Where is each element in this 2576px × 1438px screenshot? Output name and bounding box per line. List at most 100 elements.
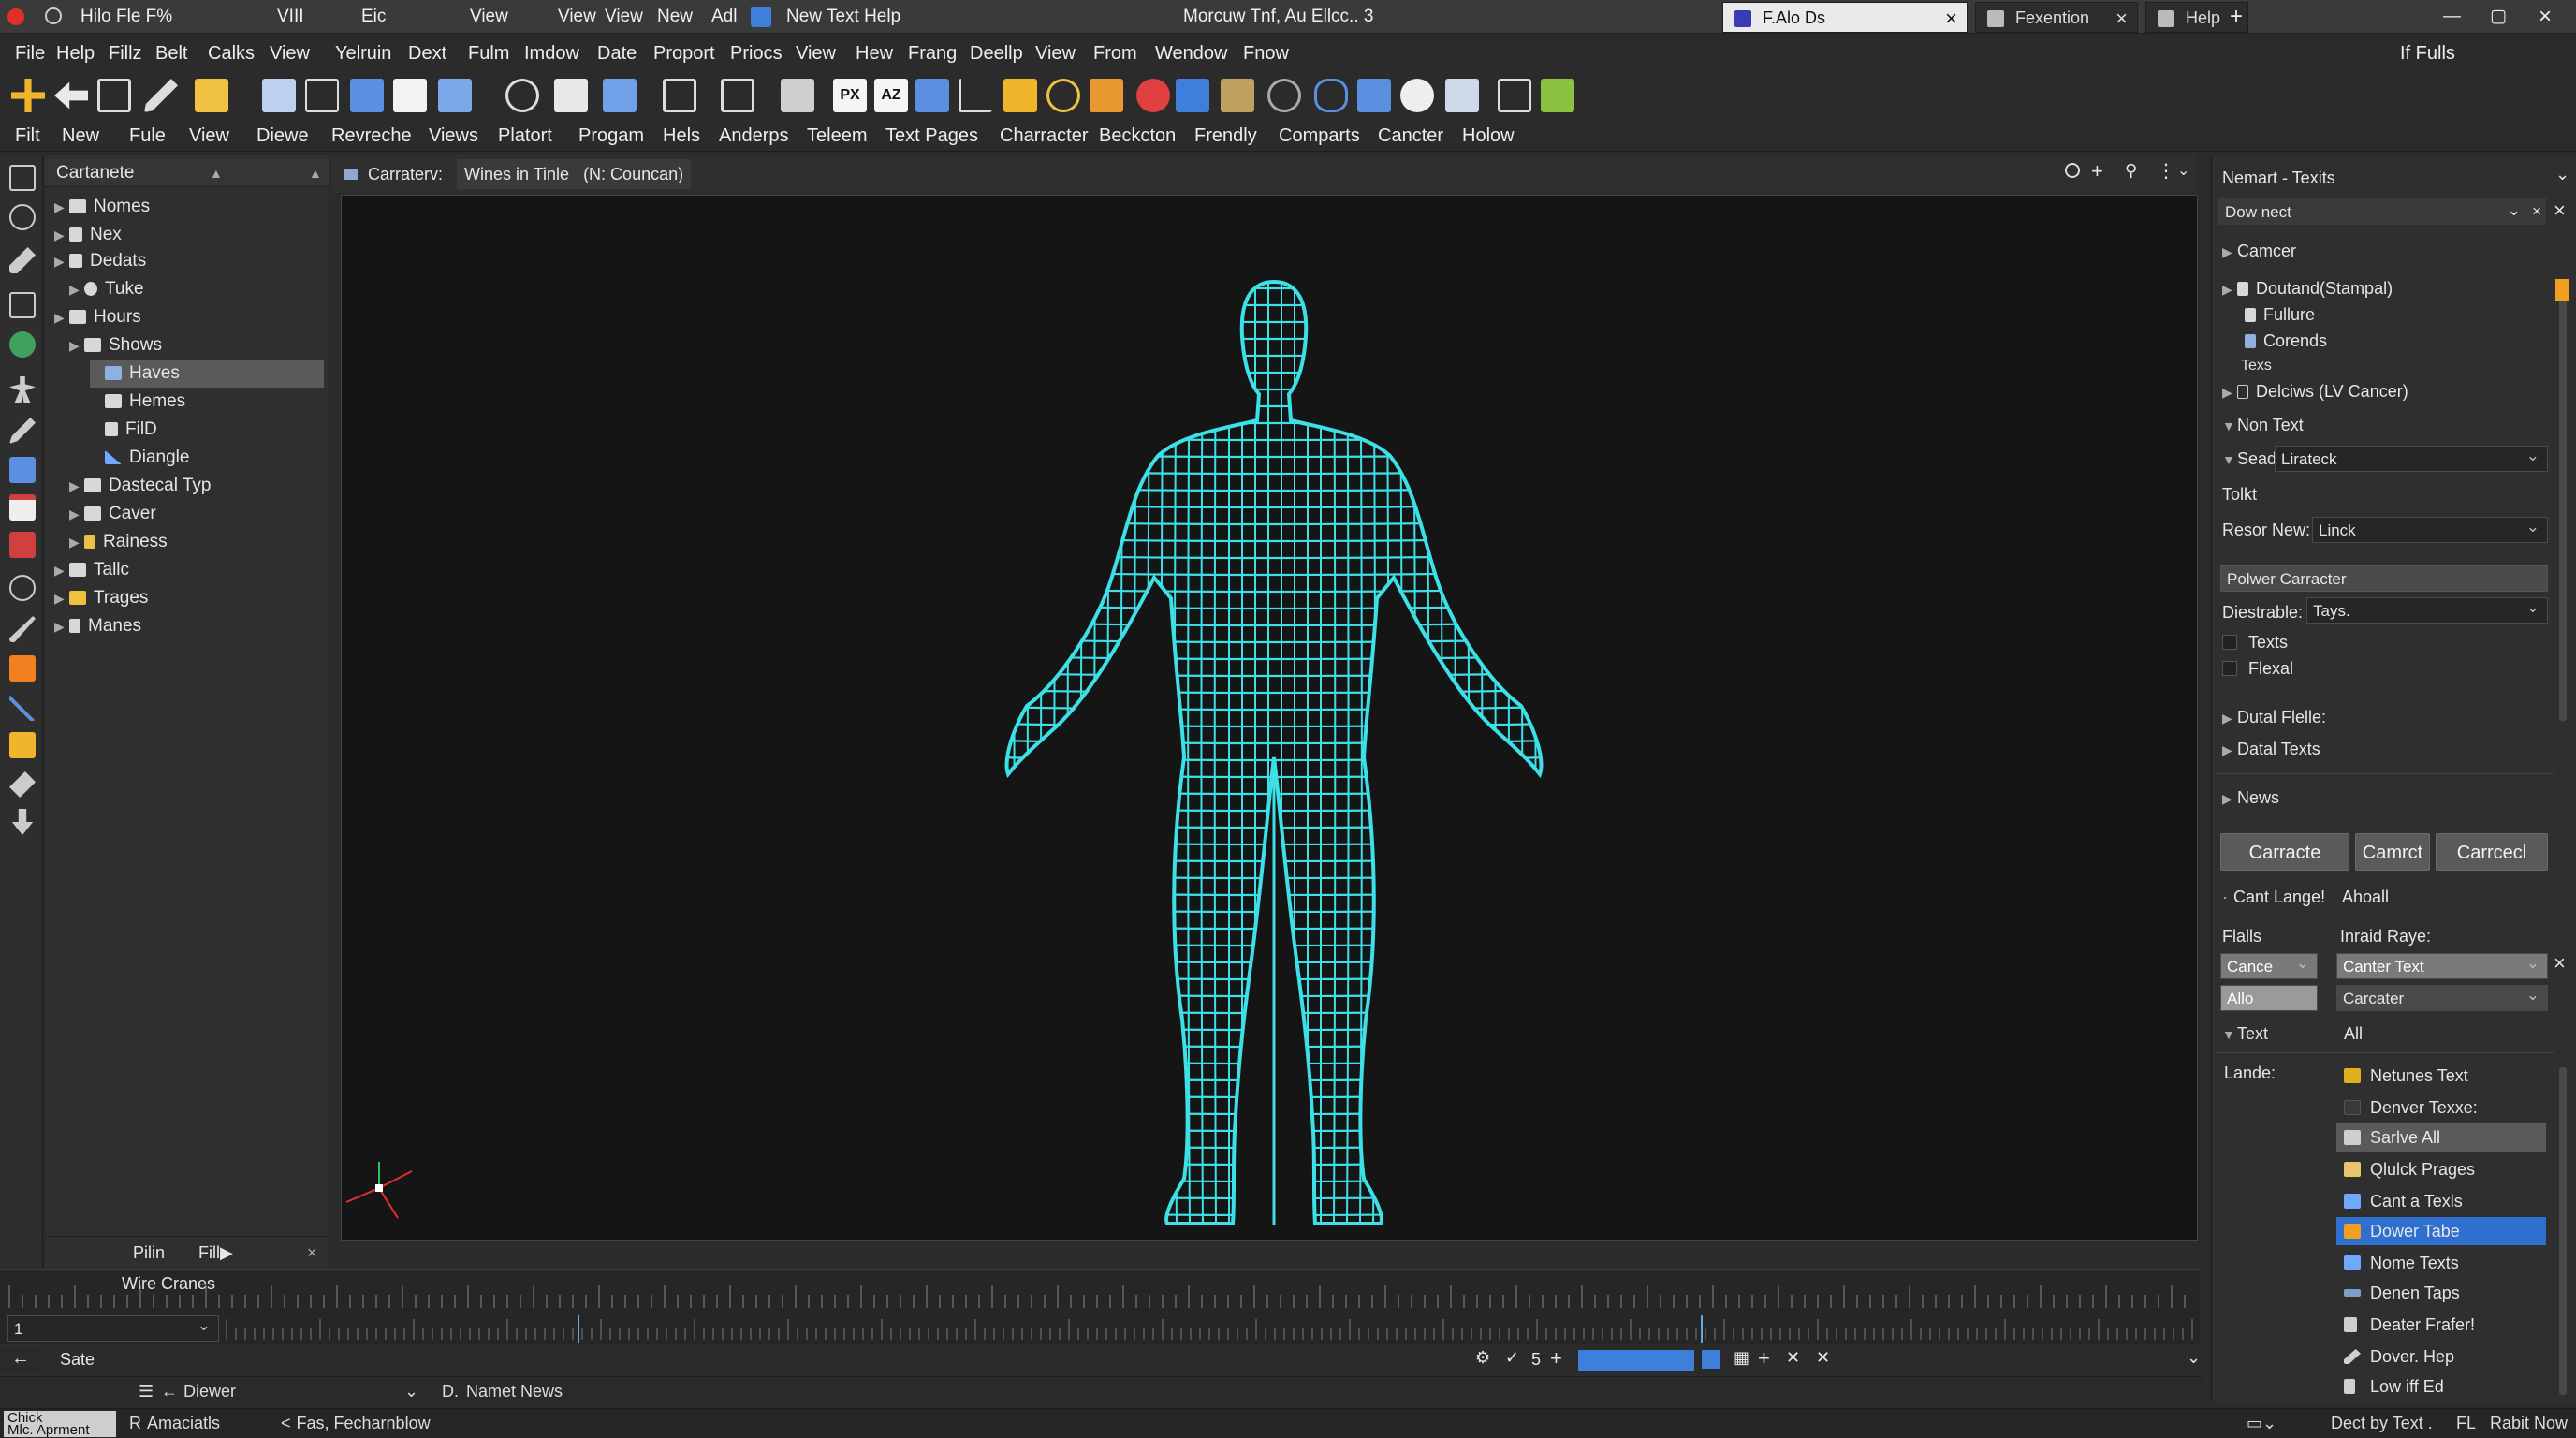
maximize-icon[interactable]: ▢ (2490, 0, 2507, 34)
expand-arrow-icon[interactable]: ▶ (69, 472, 84, 500)
checkbox-icon[interactable] (2222, 635, 2237, 650)
zoom-tool-icon[interactable] (9, 575, 36, 601)
expand-arrow-icon[interactable]: ▶ (2222, 742, 2237, 758)
layer-dropdown[interactable] (1578, 1350, 1694, 1371)
minimize-icon[interactable]: — (2443, 0, 2461, 34)
timeline-panel[interactable]: Wire Cranes 1 (0, 1269, 2200, 1344)
search-input[interactable]: Dow nect ⌄ × (2218, 198, 2546, 225)
tree-row-rainess[interactable]: ▶ Rainess (69, 528, 326, 556)
menu-item[interactable]: Yelruin (335, 37, 391, 69)
add-icon[interactable]: + (1758, 1346, 1770, 1371)
chevron-down-icon[interactable]: ⌄ (2555, 165, 2569, 184)
frame-icon[interactable] (663, 79, 696, 112)
section-datal[interactable]: ▶ Datal Texts (2222, 740, 2320, 759)
export-icon[interactable] (1498, 79, 1531, 112)
menu2-item[interactable]: Progam (578, 120, 644, 152)
menu2-item[interactable]: Comparts (1279, 120, 1360, 152)
camrct-button[interactable]: Camrct (2355, 833, 2430, 871)
flexal-checkbox[interactable]: Flexal (2222, 659, 2293, 679)
menu2-item[interactable]: Holow (1462, 120, 1515, 152)
menu2-item[interactable]: Beckcton (1099, 120, 1176, 152)
new-tab-icon[interactable]: + (2230, 0, 2243, 34)
section-news[interactable]: ▶ News (2222, 788, 2279, 808)
keyframe-track[interactable] (223, 1315, 2198, 1343)
tree-item[interactable]: ▶ Delciws (LV Cancer) (2222, 382, 2408, 402)
refresh-icon[interactable] (45, 7, 62, 24)
home-icon[interactable] (9, 165, 36, 191)
tree-row-trages[interactable]: ▶ Trages (54, 584, 326, 612)
menu2-item[interactable]: Filt (15, 120, 40, 152)
list-item[interactable]: Deater Frafer! (2336, 1311, 2546, 1339)
section-camcer[interactable]: ▶ Camcer (2222, 242, 2296, 261)
panel-icon[interactable] (9, 494, 36, 521)
pin-icon[interactable]: ⚲ (2125, 161, 2137, 181)
collapse-arrow-icon[interactable]: ▼ (2222, 452, 2237, 467)
menu-item[interactable]: Belt (155, 37, 187, 69)
px-button[interactable]: PX (833, 79, 867, 112)
menu-item[interactable]: Deellp (970, 37, 1023, 69)
timeline-ruler[interactable] (0, 1270, 2200, 1312)
monitor-icon[interactable] (1445, 79, 1479, 112)
expand-arrow-icon[interactable]: ▶ (54, 584, 69, 612)
folder-icon[interactable] (195, 79, 228, 112)
menu2-item[interactable]: Hels (663, 120, 700, 152)
tab-fexention[interactable]: Fexention × (1975, 2, 2138, 33)
close-icon[interactable]: × (2115, 3, 2128, 34)
tree-item[interactable]: Corends (2245, 331, 2327, 351)
expand-arrow-icon[interactable]: ▶ (69, 331, 84, 360)
pen-tool-icon[interactable] (9, 247, 36, 273)
tree-row-tuke[interactable]: ▶ Tuke (69, 275, 326, 303)
seads-dropdown[interactable]: Lirateck (2275, 443, 2548, 472)
tree-item[interactable]: Fullure (2245, 305, 2315, 325)
layer-selector[interactable]: ← Diewer (161, 1377, 236, 1405)
checkbox-icon[interactable] (2222, 661, 2237, 676)
add-icon[interactable]: + (2091, 159, 2103, 183)
back-arrow-icon[interactable]: ← (11, 1348, 30, 1370)
expand-arrow-icon[interactable]: ▶ (2222, 385, 2237, 401)
amaciatls-tab[interactable]: R Amaciatls (129, 1409, 220, 1437)
expand-arrow-icon[interactable]: ▶ (54, 247, 69, 275)
list-item[interactable]: Denver Texxe: (2336, 1093, 2546, 1122)
list-item[interactable]: Qlulck Prages (2336, 1155, 2546, 1183)
close-icon[interactable]: × (2554, 198, 2566, 223)
list-item[interactable]: Dover. Hep (2336, 1343, 2546, 1371)
tree-row-caver[interactable]: ▶ Caver (69, 500, 326, 528)
cut-icon[interactable] (305, 79, 339, 112)
zoom-icon[interactable] (1090, 79, 1123, 112)
list-item[interactable]: Sarlve All (2336, 1123, 2546, 1152)
section-dutal[interactable]: ▶ Dutal Flelle: (2222, 708, 2326, 727)
expand-arrow-icon[interactable]: ▶ (2222, 282, 2237, 298)
tree-row-manes[interactable]: ▶ Manes (54, 612, 326, 640)
menu-item[interactable]: Fulm (468, 37, 509, 69)
back-arrow-icon[interactable] (54, 81, 88, 110)
list-item[interactable]: Cant a Texls (2336, 1187, 2546, 1215)
files-icon[interactable] (1003, 79, 1037, 112)
menu2-item[interactable]: Teleem (807, 120, 867, 152)
pencil-icon[interactable] (144, 79, 178, 112)
expand-arrow-icon[interactable]: ▶ (54, 303, 69, 331)
tree-row-dastecal-typ[interactable]: ▶ Dastecal Typ (69, 472, 326, 500)
menu-item[interactable]: View (270, 37, 310, 69)
expand-arrow-icon[interactable]: ▶ (54, 221, 69, 249)
collapse-arrow-icon[interactable]: ▼ (2222, 418, 2237, 433)
title-item-5[interactable]: View (605, 0, 643, 34)
close-window-button[interactable]: × (2539, 0, 2552, 34)
transform-icon[interactable] (350, 79, 384, 112)
text-section[interactable]: ▼ Text (2222, 1024, 2268, 1044)
pilin-tab[interactable]: Pilin (133, 1237, 165, 1269)
menu-item[interactable]: Fnow (1243, 37, 1289, 69)
menu-item[interactable]: Dext (408, 37, 446, 69)
menu-item[interactable]: Priocs (730, 37, 783, 69)
fas-tab[interactable]: < Fas, Fecharnblow (281, 1409, 431, 1437)
menu2-item[interactable]: Cancter (1378, 120, 1443, 152)
rotate-icon[interactable] (9, 204, 36, 230)
menu2-item[interactable]: Views (429, 120, 478, 152)
texts-checkbox[interactable]: Texts (2222, 633, 2288, 653)
window-icon[interactable] (554, 79, 588, 112)
fit-icon[interactable] (721, 79, 754, 112)
menu2-item[interactable]: Text Pages (886, 120, 978, 152)
fill-tab[interactable]: Fill▶ (198, 1237, 233, 1269)
tree-row-nomes[interactable]: ▶ Nomes (54, 193, 326, 221)
collapse-icon[interactable]: ▲ (210, 159, 223, 187)
close-icon[interactable]: × (2554, 951, 2566, 976)
